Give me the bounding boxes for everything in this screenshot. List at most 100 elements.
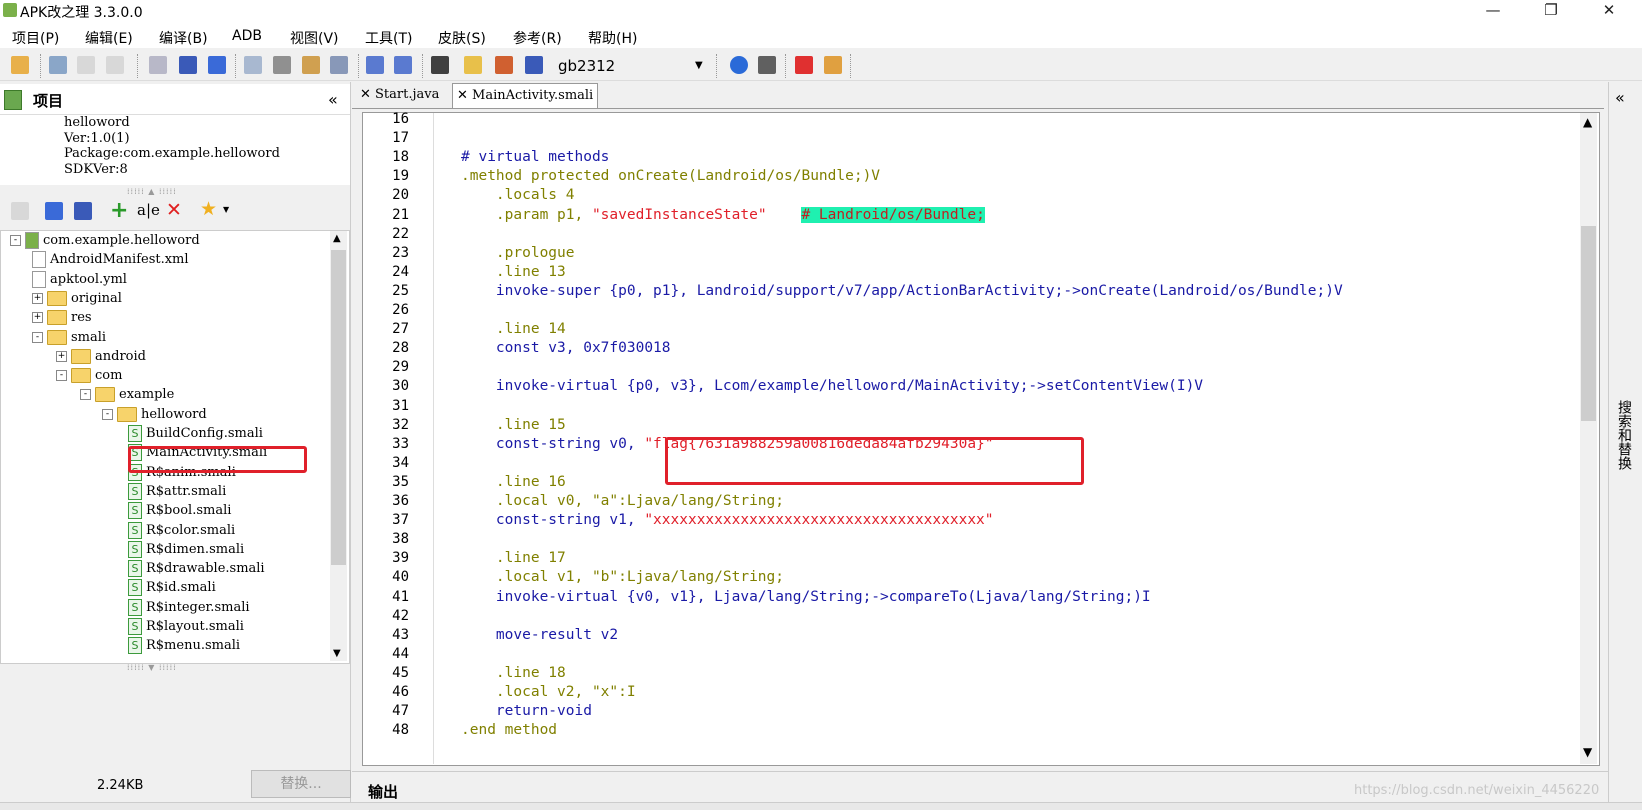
cut-icon[interactable] — [273, 56, 291, 74]
tab-label: Start.java — [375, 87, 440, 102]
blank2-icon[interactable] — [106, 56, 124, 74]
tree-item-android[interactable]: + android — [56, 347, 146, 366]
add-icon[interactable]: + — [110, 198, 128, 223]
tab-start-java[interactable]: ✕ Start.java — [356, 83, 443, 107]
editor-scrollbar[interactable] — [1580, 113, 1597, 764]
collapse-icon[interactable]: - — [102, 409, 113, 420]
maximize-button[interactable]: ❐ — [1528, 0, 1574, 22]
expand-icon[interactable]: + — [32, 312, 43, 323]
undo-icon[interactable] — [366, 56, 384, 74]
menu-edit[interactable]: 编辑(E) — [85, 28, 133, 48]
java-icon[interactable] — [495, 56, 513, 74]
save-icon[interactable] — [149, 56, 167, 74]
tree-item-com[interactable]: - com — [56, 366, 122, 385]
minimize-button[interactable]: — — [1470, 0, 1516, 22]
encoding-select[interactable]: gb2312 — [558, 55, 708, 77]
tree-item-label: R$bool.smali — [146, 503, 232, 518]
code-line: invoke-virtual {v0, v1}, Ljava/lang/Stri… — [461, 589, 1151, 605]
replace-button[interactable]: 替换... — [251, 770, 351, 798]
weibo-icon[interactable] — [795, 56, 813, 74]
tree-item-buildconfig-smali[interactable]: S BuildConfig.smali — [128, 424, 263, 443]
favorite-star-icon[interactable]: ★ — [200, 198, 217, 220]
search-replace-tab[interactable]: 搜索和替换 — [1616, 400, 1634, 470]
splitter-grip[interactable]: ⁞⁞⁞⁞⁞ ▼ ⁞⁞⁞⁞⁞ — [127, 663, 177, 672]
code-line: const-string v1, "xxxxxxxxxxxxxxxxxxxxxx… — [461, 512, 994, 528]
paste-icon[interactable] — [302, 56, 320, 74]
chevron-down-icon[interactable]: ▼ — [695, 55, 703, 77]
scroll-down-icon[interactable]: ▼ — [1583, 745, 1592, 759]
collapse-right-button[interactable]: « — [1615, 88, 1625, 107]
apk-version: Ver:1.0(1) — [64, 130, 130, 146]
tree-item-r-integer-smali[interactable]: S R$integer.smali — [128, 598, 250, 617]
sign-icon[interactable] — [525, 56, 543, 74]
binoculars-icon[interactable] — [431, 56, 449, 74]
rename-icon[interactable]: a|e — [137, 201, 160, 219]
menu-view[interactable]: 视图(V) — [290, 28, 339, 48]
new-file-icon[interactable] — [11, 202, 29, 220]
splitter-grip[interactable]: ⁞⁞⁞⁞⁞ ▲ ⁞⁞⁞⁞⁞ — [127, 187, 177, 196]
tree-item-r-layout-smali[interactable]: S R$layout.smali — [128, 617, 244, 636]
tree-item-r-id-smali[interactable]: S R$id.smali — [128, 578, 216, 597]
save-as-icon[interactable] — [208, 56, 226, 74]
save-all-icon[interactable] — [179, 56, 197, 74]
folder-icon — [71, 349, 91, 364]
folder-icon — [95, 387, 115, 402]
menu-skin[interactable]: 皮肤(S) — [438, 28, 486, 48]
scroll-up-icon[interactable]: ▲ — [333, 233, 341, 244]
tree-item-androidmanifest-xml[interactable]: AndroidManifest.xml — [32, 250, 189, 269]
tree-item-smali[interactable]: - smali — [32, 328, 106, 347]
line-number: 23 — [392, 245, 409, 261]
chevron-down-icon[interactable]: ▼ — [223, 205, 229, 214]
menu-adb[interactable]: ADB — [232, 28, 262, 44]
tree-scroll-thumb[interactable] — [331, 250, 346, 565]
scroll-down-icon[interactable]: ▼ — [333, 648, 341, 659]
tree-item-original[interactable]: + original — [32, 289, 122, 308]
tree-item-apktool-yml[interactable]: apktool.yml — [32, 270, 127, 289]
menu-project[interactable]: 项目(P) — [12, 28, 59, 48]
toolbar-separator — [716, 54, 719, 78]
menu-reference[interactable]: 参考(R) — [513, 28, 562, 48]
expand-icon[interactable]: + — [32, 293, 43, 304]
tree-item-r-dimen-smali[interactable]: S R$dimen.smali — [128, 540, 244, 559]
menu-help[interactable]: 帮助(H) — [588, 28, 637, 48]
tree-item-res[interactable]: + res — [32, 308, 92, 327]
tree-item-helloword[interactable]: - helloword — [102, 405, 207, 424]
tree-open-icon[interactable] — [45, 202, 63, 220]
home-icon[interactable] — [824, 56, 842, 74]
tree-refresh-icon[interactable] — [74, 202, 92, 220]
collapse-left-button[interactable]: « — [328, 90, 338, 109]
collapse-icon[interactable]: - — [80, 389, 91, 400]
build-icon[interactable] — [464, 56, 482, 74]
tree-item-r-menu-smali[interactable]: S R$menu.smali — [128, 636, 240, 655]
editor-scroll-thumb[interactable] — [1581, 226, 1596, 421]
delete-icon[interactable]: ✕ — [166, 199, 182, 221]
copy-icon[interactable] — [244, 56, 262, 74]
code-line: .param p1, "savedInstanceState" # Landro… — [461, 207, 985, 223]
close-button[interactable]: ✕ — [1586, 0, 1632, 22]
code-token: const-string v1, — [461, 512, 645, 528]
menu-tools[interactable]: 工具(T) — [365, 28, 412, 48]
scroll-up-icon[interactable]: ▲ — [1583, 115, 1592, 129]
blank-icon[interactable] — [77, 56, 95, 74]
tree-item-example[interactable]: - example — [80, 385, 174, 404]
collapse-icon[interactable]: - — [10, 235, 21, 246]
menu-build[interactable]: 编译(B) — [159, 28, 208, 48]
tree-item-r-bool-smali[interactable]: S R$bool.smali — [128, 501, 231, 520]
tree-item-r-attr-smali[interactable]: S R$attr.smali — [128, 482, 226, 501]
collapse-icon[interactable]: - — [56, 370, 67, 381]
help-icon[interactable] — [730, 56, 748, 74]
bug-icon[interactable] — [758, 56, 776, 74]
tab-mainactivity-smali[interactable]: ✕ MainActivity.smali — [452, 83, 599, 108]
find-replace-icon[interactable] — [330, 56, 348, 74]
tree-item-com-example-helloword[interactable]: - com.example.helloword — [10, 231, 200, 250]
expand-icon[interactable]: + — [56, 351, 67, 362]
project-icon[interactable] — [49, 56, 67, 74]
collapse-icon[interactable]: - — [32, 332, 43, 343]
tree-item-r-drawable-smali[interactable]: S R$drawable.smali — [128, 559, 265, 578]
code-line: .local v0, "a":Ljava/lang/String; — [461, 493, 785, 509]
open-folder-icon[interactable] — [11, 56, 29, 74]
redo-icon[interactable] — [394, 56, 412, 74]
code-line: .locals 4 — [461, 187, 575, 203]
toolbar-separator — [40, 54, 43, 78]
tree-item-r-color-smali[interactable]: S R$color.smali — [128, 521, 235, 540]
